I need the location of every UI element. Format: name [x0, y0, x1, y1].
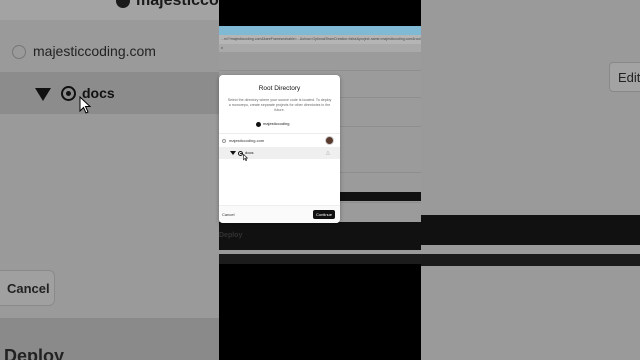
radio-icon[interactable]	[222, 139, 226, 143]
bg-left-header-label: majesticcoding	[136, 0, 219, 9]
bg-right-footer	[421, 318, 640, 360]
screen: majesticcoding majesticcoding.com docs C…	[0, 0, 640, 360]
bg-list-item-docs: docs	[0, 72, 219, 114]
list-item-repo-root[interactable]: majesticcoding.com	[219, 133, 340, 147]
background-left-zoom: majesticcoding majesticcoding.com docs C…	[0, 0, 219, 360]
bg-cancel-button: Cancel	[0, 270, 55, 306]
github-icon	[116, 0, 130, 8]
browser-title-bar	[219, 26, 421, 35]
bg-deploy-heading: Deploy	[4, 346, 65, 360]
bg-edit-button: Edit	[609, 62, 640, 92]
list-item-label: majesticcoding.com	[229, 138, 265, 143]
modal-title: Root Directory	[258, 85, 301, 92]
bg-edit-label: Edit	[618, 70, 640, 85]
bg-right-dark-band-2	[421, 254, 640, 266]
triangle-down-icon[interactable]	[230, 151, 236, 155]
repo-owner-label: majesticcoding	[263, 121, 290, 126]
bg-left-header: majesticcoding	[0, 0, 219, 20]
github-icon	[256, 122, 261, 127]
radio-icon	[12, 45, 26, 59]
dark-band	[219, 222, 421, 250]
address-bar[interactable]: ...m/?/majesticcoding.com&bareFrameworka…	[219, 35, 421, 44]
list-item-docs[interactable]: docs △	[219, 147, 340, 159]
bg-cancel-label: Cancel	[7, 281, 50, 296]
root-directory-modal: Root Directory Select the directory wher…	[219, 75, 340, 223]
continue-button[interactable]: Continue	[313, 210, 335, 219]
cursor-icon	[243, 154, 248, 161]
warning-icon: △	[326, 150, 330, 156]
page-header-strip: n	[219, 44, 421, 52]
repo-owner: majesticcoding	[256, 121, 303, 127]
deploy-heading: Deploy	[219, 232, 243, 239]
bg-list-item-label: majesticcoding.com	[33, 43, 156, 59]
triangle-down-icon	[35, 88, 51, 101]
bg-right-dark-band	[421, 215, 640, 245]
cancel-button[interactable]: Cancel	[220, 211, 236, 218]
radio-selected-icon	[61, 86, 76, 101]
background-right-zoom: Edit	[421, 0, 640, 360]
cursor-icon	[79, 96, 91, 114]
dark-band	[219, 254, 421, 264]
bg-list-item-repo-root: majesticcoding.com	[0, 32, 219, 72]
modal-description: Select the directory where your source c…	[227, 98, 332, 113]
modal-footer: Cancel Continue	[219, 205, 340, 223]
avatar	[325, 136, 334, 145]
divider	[219, 70, 421, 71]
